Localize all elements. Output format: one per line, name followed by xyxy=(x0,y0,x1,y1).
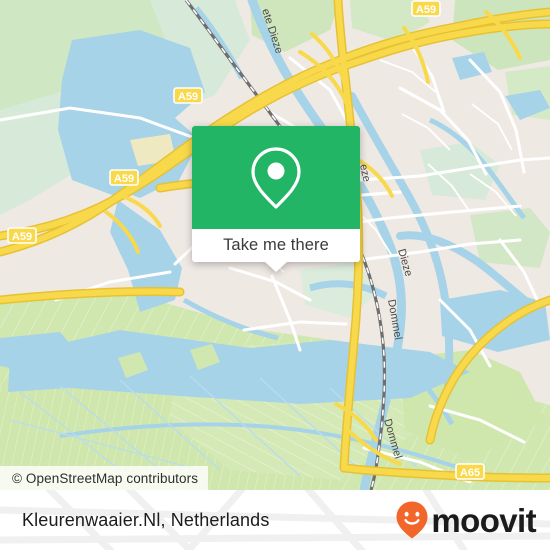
svg-text:A59: A59 xyxy=(416,4,436,16)
footer-bar: Kleurenwaaier.Nl, Netherlands moovit xyxy=(0,490,550,550)
place-title: Kleurenwaaier.Nl, Netherlands xyxy=(22,509,270,530)
road-shield: A59 xyxy=(109,169,139,186)
popup-image-header xyxy=(192,126,360,229)
popup-action-bar[interactable]: Take me there xyxy=(192,229,360,262)
road-shield: A59 xyxy=(411,0,441,17)
road-shield: A59 xyxy=(7,227,37,244)
take-me-there-label: Take me there xyxy=(223,236,329,254)
popup-tail xyxy=(265,262,287,272)
svg-text:A65: A65 xyxy=(460,467,480,479)
moovit-logo[interactable]: moovit xyxy=(395,500,537,540)
svg-text:A59: A59 xyxy=(114,173,134,185)
attribution-text: © OpenStreetMap contributors xyxy=(12,470,199,486)
moovit-smiley-pin-icon xyxy=(396,501,428,539)
svg-text:A59: A59 xyxy=(12,231,32,243)
svg-text:A59: A59 xyxy=(178,91,198,103)
moovit-map-screen: A59 A59 A59 A59 A65 ete Dieze eze Dieze … xyxy=(0,0,550,550)
osm-attribution[interactable]: © OpenStreetMap contributors xyxy=(0,466,209,490)
road-shield: A65 xyxy=(455,463,485,480)
location-popup-card[interactable]: Take me there xyxy=(192,126,360,272)
moovit-wordmark: moovit xyxy=(431,501,536,539)
road-shield: A59 xyxy=(173,87,203,104)
map-pin-icon xyxy=(251,146,301,209)
